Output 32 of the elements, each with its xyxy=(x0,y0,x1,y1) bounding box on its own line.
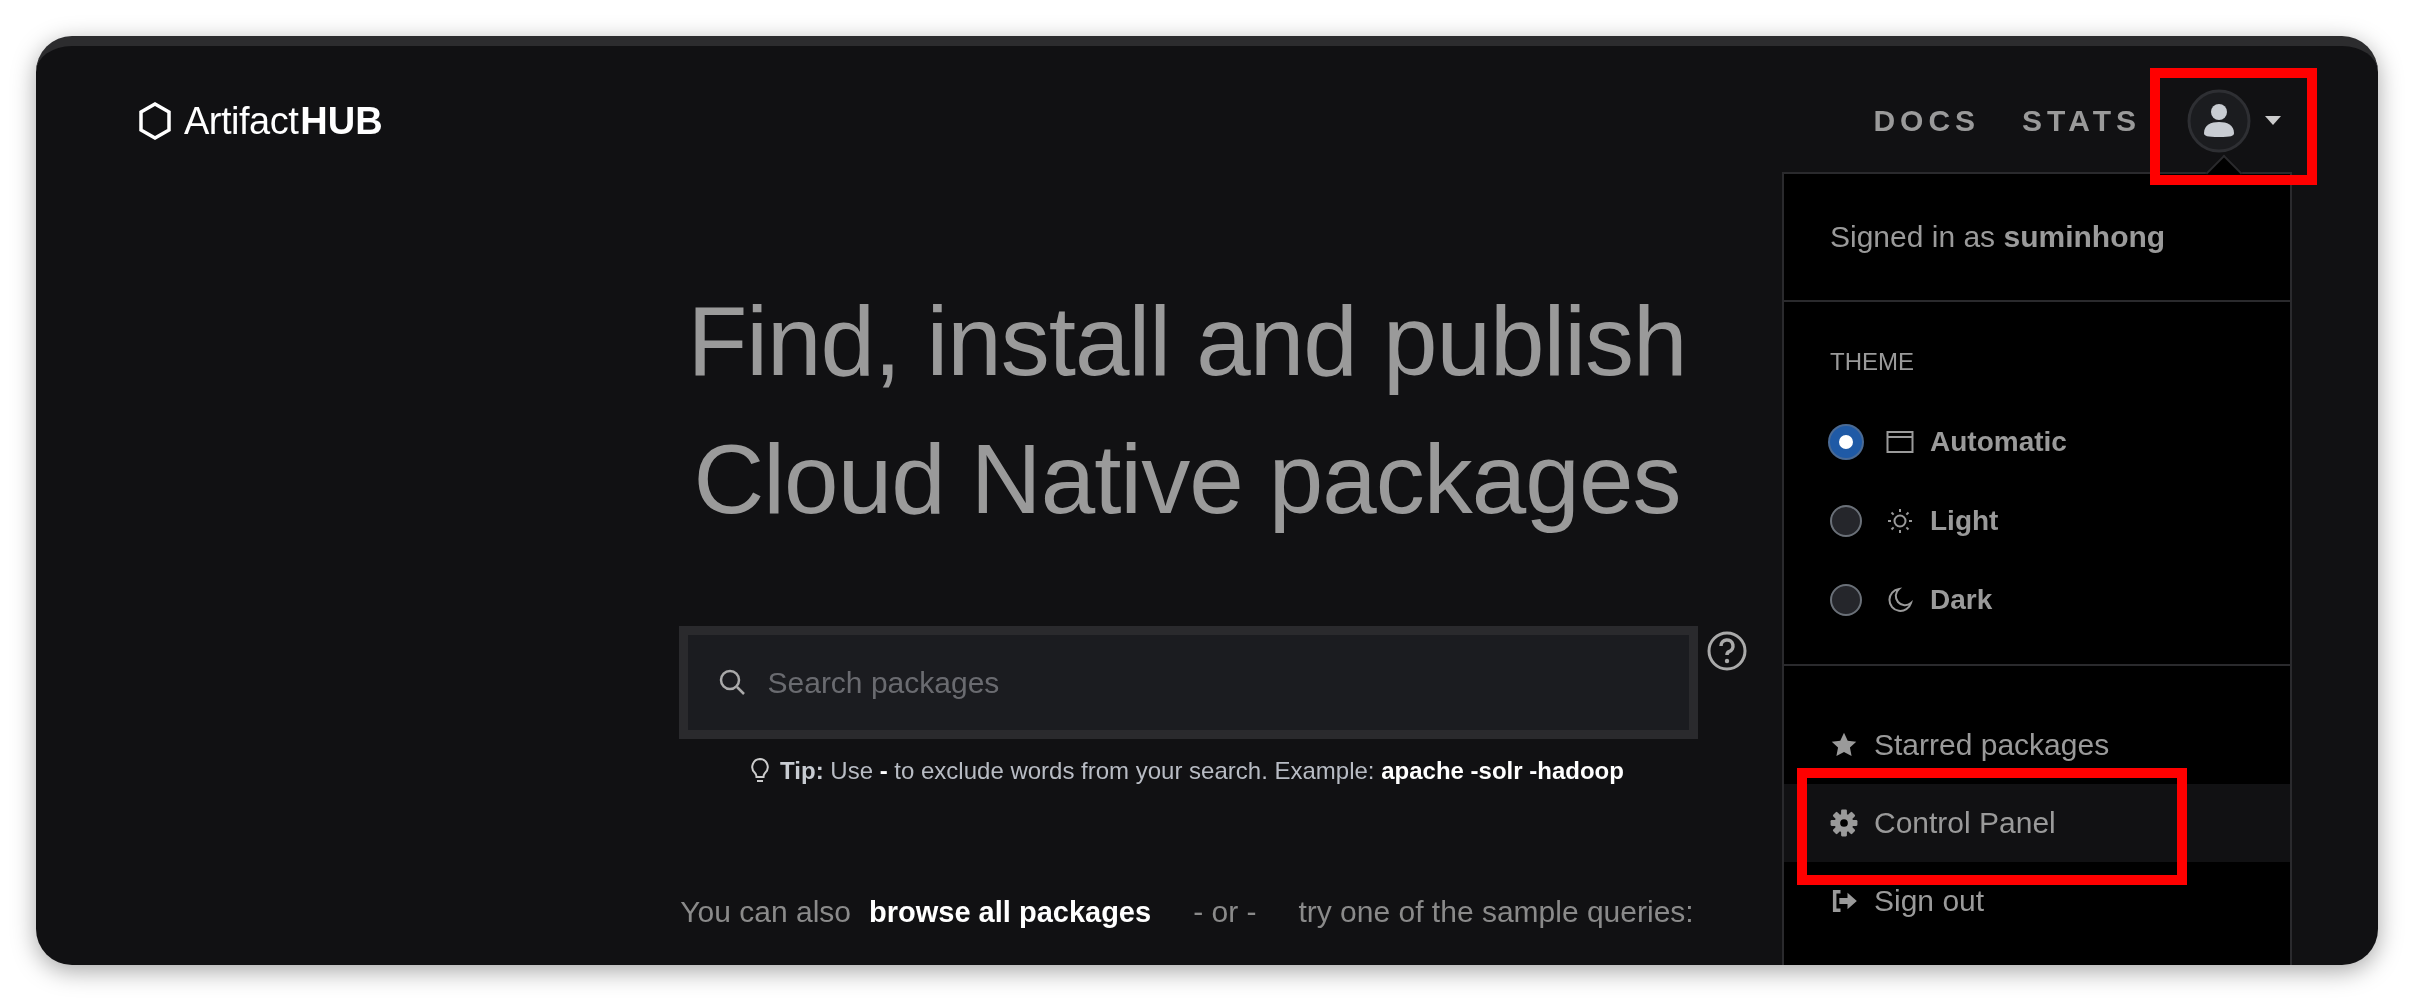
caret-icon xyxy=(2265,116,2281,126)
radio-button[interactable] xyxy=(1830,583,1862,616)
lightbulb-icon xyxy=(750,757,771,785)
search-icon xyxy=(717,668,746,696)
logo-text: ArtifactHUB xyxy=(184,99,383,143)
hexagon-logo-icon xyxy=(138,102,172,140)
browse-prefix: You can also xyxy=(680,894,852,930)
theme-heading: THEME xyxy=(1830,348,1915,376)
sample-queries-text: try one of the sample queries: xyxy=(1298,894,1694,930)
moon-icon xyxy=(1886,585,1914,614)
theme-option[interactable]: Light xyxy=(1830,481,2244,560)
help-icon[interactable] xyxy=(1705,630,1748,672)
search-tip: Tip: Use - to exclude words from your search. Example: apache -solr -hadoop xyxy=(780,756,1624,786)
nav-link[interactable]: STATS xyxy=(2022,104,2141,138)
gear-icon xyxy=(1830,809,1858,837)
sun-icon xyxy=(1886,506,1914,535)
menu-item[interactable]: Sign out xyxy=(1784,862,2290,940)
nav-link[interactable]: DOCS xyxy=(1873,104,1981,138)
menu-item[interactable]: Control Panel xyxy=(1784,784,2290,862)
radio-button[interactable] xyxy=(1830,504,1862,537)
theme-option[interactable]: Automatic xyxy=(1830,402,2244,481)
menu-item[interactable]: Starred packages xyxy=(1784,706,2290,784)
theme-option[interactable]: Dark xyxy=(1830,560,2244,639)
headline: Find, install and publish Cloud Native packages xyxy=(687,285,1687,536)
browse-packages-link[interactable]: browse all packages xyxy=(869,892,1152,932)
separator-text: - or - xyxy=(1193,894,1257,930)
search-field[interactable]: Search packages xyxy=(678,626,1698,739)
sign-out-icon xyxy=(1830,887,1858,915)
user-avatar-icon xyxy=(2187,89,2251,153)
radio-button[interactable] xyxy=(1830,425,1862,458)
signed-in-text: Signed in as suminhong xyxy=(1830,220,2166,254)
user-menu-button[interactable] xyxy=(2187,89,2281,153)
